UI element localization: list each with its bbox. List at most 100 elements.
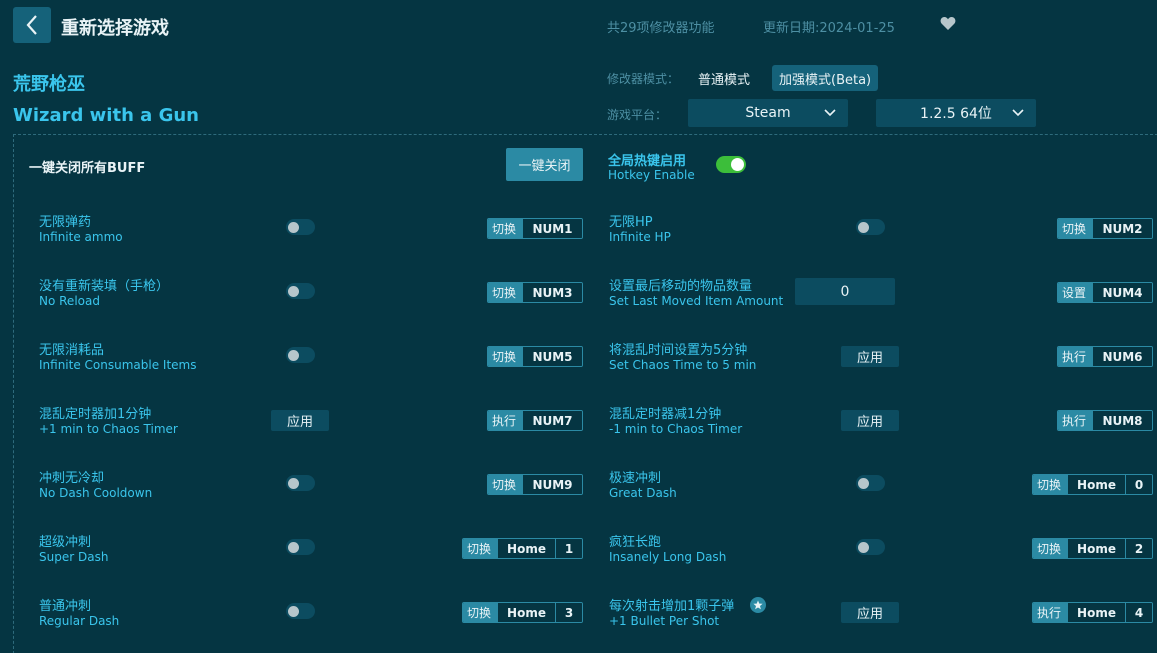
cheat-name-en: Great Dash [609, 486, 677, 500]
cheat-name-en: -1 min to Chaos Timer [609, 422, 743, 436]
star-icon [750, 597, 766, 613]
hotkey-binding[interactable]: 执行 NUM6 [1057, 346, 1153, 367]
game-name-cn: 荒野枪巫 [13, 74, 85, 95]
hotkey-key-secondary: 0 [1125, 475, 1152, 494]
enhanced-mode-button[interactable]: 加强模式(Beta) [772, 65, 879, 91]
cheat-name-cn: 混乱定时器减1分钟 [609, 407, 722, 422]
hotkey-key: NUM9 [522, 475, 582, 494]
cheat-toggle[interactable] [286, 475, 315, 491]
hotkey-binding[interactable]: 切换 NUM3 [487, 282, 583, 303]
hotkey-key: Home [1067, 603, 1125, 622]
hotkey-binding[interactable]: 执行 Home 4 [1032, 602, 1153, 623]
cheat-toggle[interactable] [856, 475, 885, 491]
hotkey-key: NUM1 [522, 219, 582, 238]
cheat-name-en: Infinite ammo [39, 230, 123, 244]
cheat-name-en: No Dash Cooldown [39, 486, 153, 500]
cheat-name-cn: 无限HP [609, 215, 653, 230]
hotkey-action-label: 执行 [488, 411, 522, 430]
cheat-panel [13, 134, 1157, 653]
amount-input[interactable]: 0 [795, 278, 895, 305]
hotkey-key: NUM5 [522, 347, 582, 366]
hotkey-key: Home [1067, 539, 1125, 558]
hotkey-key: NUM4 [1092, 283, 1152, 302]
cheat-name-en: Set Chaos Time to 5 min [609, 358, 757, 372]
hotkey-binding[interactable]: 执行 NUM7 [487, 410, 583, 431]
cheat-toggle[interactable] [286, 347, 315, 363]
cheat-name-cn: 将混乱时间设置为5分钟 [609, 343, 748, 358]
version-select[interactable]: 1.2.5 64位 [876, 99, 1036, 127]
hotkey-key: NUM2 [1092, 219, 1152, 238]
hotkey-enable-switch[interactable] [716, 156, 746, 173]
hotkey-action-label: 执行 [1033, 603, 1067, 622]
cheat-name-cn: 疯狂长跑 [609, 535, 662, 550]
hotkey-action-label: 切换 [488, 219, 522, 238]
heart-icon[interactable] [940, 16, 956, 35]
cheat-name-en: +1 min to Chaos Timer [39, 422, 178, 436]
hotkey-binding[interactable]: 切换 NUM9 [487, 474, 583, 495]
close-all-button[interactable]: 一键关闭 [506, 148, 583, 181]
back-button[interactable] [13, 7, 51, 43]
hotkey-key: NUM6 [1092, 347, 1152, 366]
hotkey-binding[interactable]: 切换 Home 2 [1032, 538, 1153, 559]
apply-button[interactable]: 应用 [841, 346, 899, 367]
hotkey-key: Home [497, 539, 555, 558]
hotkey-key: Home [1067, 475, 1125, 494]
hotkey-action-label: 切换 [488, 283, 522, 302]
chevron-left-icon [26, 15, 37, 35]
cheat-name-en: Infinite HP [609, 230, 671, 244]
hotkey-binding[interactable]: 执行 NUM8 [1057, 410, 1153, 431]
hotkey-enable-label-en: Hotkey Enable [608, 168, 695, 182]
cheat-name-en: Super Dash [39, 550, 109, 564]
hotkey-key-secondary: 1 [555, 539, 582, 558]
cheat-toggle[interactable] [286, 603, 315, 619]
apply-button[interactable]: 应用 [841, 602, 899, 623]
cheat-name-cn: 没有重新装填（手枪） [39, 279, 170, 294]
hotkey-key: NUM8 [1092, 411, 1152, 430]
cheat-name-en: Set Last Moved Item Amount [609, 294, 784, 308]
chevron-down-icon [824, 109, 836, 117]
hotkey-binding[interactable]: 切换 Home 3 [462, 602, 583, 623]
platform-select[interactable]: Steam [688, 99, 848, 127]
cheat-toggle[interactable] [286, 539, 315, 555]
hotkey-key-secondary: 2 [1125, 539, 1152, 558]
cheat-toggle[interactable] [856, 539, 885, 555]
cheat-name-en: +1 Bullet Per Shot [609, 614, 720, 628]
cheat-name-cn: 极速冲刺 [609, 471, 662, 486]
hotkey-binding[interactable]: 设置 NUM4 [1057, 282, 1153, 303]
hotkey-key-secondary: 4 [1125, 603, 1152, 622]
hotkey-key: NUM7 [522, 411, 582, 430]
cheat-name-en: Regular Dash [39, 614, 120, 628]
cheat-name-cn: 冲刺无冷却 [39, 471, 105, 486]
cheat-name-en: Insanely Long Dash [609, 550, 727, 564]
apply-button[interactable]: 应用 [271, 410, 329, 431]
mode-label: 修改器模式： [607, 72, 680, 86]
cheat-toggle[interactable] [286, 283, 315, 299]
chevron-down-icon [1012, 109, 1024, 117]
hotkey-enable-label-cn: 全局热键启用 [608, 154, 687, 169]
hotkey-action-label: 切换 [463, 603, 497, 622]
cheat-name-en: Infinite Consumable Items [39, 358, 197, 372]
hotkey-binding[interactable]: 切换 Home 0 [1032, 474, 1153, 495]
hotkey-binding[interactable]: 切换 NUM2 [1057, 218, 1153, 239]
hotkey-action-label: 切换 [1033, 539, 1067, 558]
hotkey-action-label: 执行 [1058, 411, 1092, 430]
hotkey-binding[interactable]: 切换 Home 1 [462, 538, 583, 559]
hotkey-action-label: 切换 [488, 347, 522, 366]
cheat-toggle[interactable] [286, 219, 315, 235]
update-date: 更新日期:2024-01-25 [763, 21, 895, 36]
cheat-toggle[interactable] [856, 219, 885, 235]
hotkey-action-label: 切换 [488, 475, 522, 494]
platform-value: Steam [745, 105, 791, 121]
cheat-name-cn: 普通冲刺 [39, 599, 92, 614]
version-value: 1.2.5 64位 [920, 106, 992, 122]
game-name-en: Wizard with a Gun [13, 105, 199, 126]
feature-count: 共29项修改器功能 [607, 21, 715, 36]
hotkey-key-secondary: 3 [555, 603, 582, 622]
hotkey-binding[interactable]: 切换 NUM5 [487, 346, 583, 367]
hotkey-action-label: 切换 [1033, 475, 1067, 494]
normal-mode-button[interactable]: 普通模式 [691, 65, 757, 91]
cheat-name-cn: 混乱定时器加1分钟 [39, 407, 152, 422]
apply-button[interactable]: 应用 [841, 410, 899, 431]
hotkey-binding[interactable]: 切换 NUM1 [487, 218, 583, 239]
hotkey-action-label: 设置 [1058, 283, 1092, 302]
